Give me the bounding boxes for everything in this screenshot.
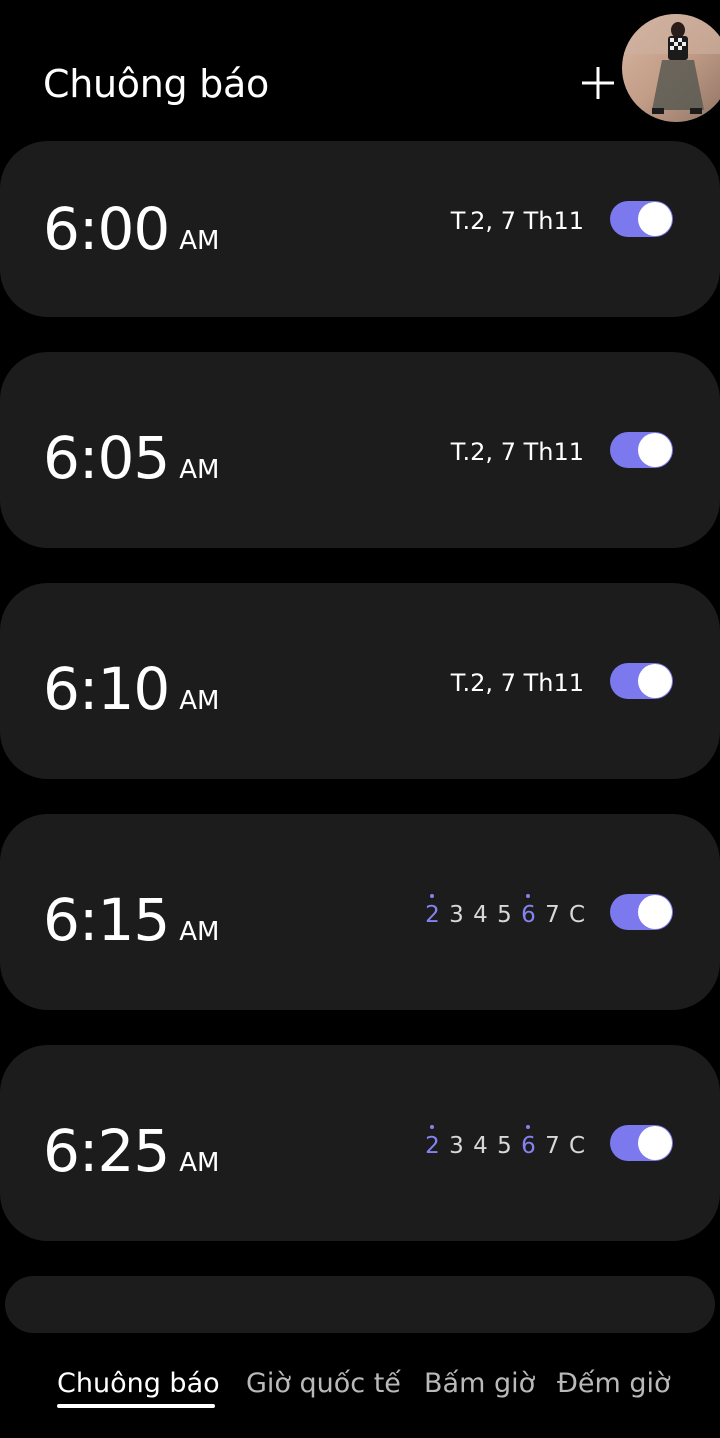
tab-alarm[interactable]: Chuông báo <box>57 1370 220 1397</box>
day-label: C <box>569 1133 586 1159</box>
add-alarm-button[interactable] <box>578 63 618 103</box>
day-label: 2 <box>425 894 440 928</box>
alarm-time-value: 6:25 <box>43 1117 170 1185</box>
day-label: 5 <box>497 902 512 928</box>
alarm-card[interactable]: 6:10 AM T.2, 7 Th11 <box>0 583 720 779</box>
alarm-repeat-days: 2 3 4 5 6 7 C <box>425 1125 586 1159</box>
alarm-toggle[interactable] <box>610 432 673 468</box>
alarm-date: T.2, 7 Th11 <box>450 669 584 697</box>
toggle-knob <box>638 664 672 698</box>
alarm-ampm: AM <box>179 917 220 947</box>
day-label: 3 <box>449 1133 464 1159</box>
alarm-date: T.2, 7 Th11 <box>450 438 584 466</box>
tab-stopwatch[interactable]: Bấm giờ <box>424 1370 535 1397</box>
alarm-card[interactable]: 6:05 AM T.2, 7 Th11 <box>0 352 720 548</box>
plus-icon <box>582 67 614 99</box>
toggle-knob <box>638 895 672 929</box>
alarm-card[interactable]: 6:25 AM 2 3 4 5 6 7 C <box>0 1045 720 1241</box>
alarm-ampm: AM <box>179 226 220 256</box>
alarm-card[interactable]: 6:00 AM T.2, 7 Th11 <box>0 141 720 317</box>
alarm-date: T.2, 7 Th11 <box>450 207 584 235</box>
alarm-card[interactable]: 6:15 AM 2 3 4 5 6 7 C <box>0 814 720 1010</box>
alarm-time: 6:00 AM <box>43 200 219 258</box>
day-label: 3 <box>449 902 464 928</box>
toggle-knob <box>638 202 672 236</box>
day-label: 6 <box>521 1125 536 1159</box>
alarm-toggle[interactable] <box>610 663 673 699</box>
alarm-toggle[interactable] <box>610 201 673 237</box>
alarm-time: 6:25 AM <box>43 1122 219 1180</box>
alarm-time: 6:10 AM <box>43 660 219 718</box>
alarm-card-partial[interactable] <box>5 1276 715 1333</box>
tab-world-clock[interactable]: Giờ quốc tế <box>246 1370 401 1397</box>
day-label: 5 <box>497 1133 512 1159</box>
alarm-time-value: 6:15 <box>43 886 170 954</box>
alarm-time: 6:05 AM <box>43 429 219 487</box>
day-label: 4 <box>473 902 488 928</box>
day-label: 7 <box>545 902 560 928</box>
alarm-repeat-days: 2 3 4 5 6 7 C <box>425 894 586 928</box>
alarm-time: 6:15 AM <box>43 891 219 949</box>
alarm-toggle[interactable] <box>610 894 673 930</box>
avatar[interactable] <box>622 14 720 122</box>
alarm-ampm: AM <box>179 1148 220 1178</box>
day-label: C <box>569 902 586 928</box>
day-label: 7 <box>545 1133 560 1159</box>
alarm-time-value: 6:05 <box>43 424 170 492</box>
active-tab-indicator <box>57 1404 215 1408</box>
toggle-knob <box>638 1126 672 1160</box>
alarm-ampm: AM <box>179 686 220 716</box>
toggle-knob <box>638 433 672 467</box>
alarm-toggle[interactable] <box>610 1125 673 1161</box>
day-label: 2 <box>425 1125 440 1159</box>
alarm-time-value: 6:00 <box>43 195 170 263</box>
day-label: 4 <box>473 1133 488 1159</box>
tab-timer[interactable]: Đếm giờ <box>557 1370 671 1397</box>
day-label: 6 <box>521 894 536 928</box>
page-title: Chuông báo <box>43 62 269 106</box>
alarm-time-value: 6:10 <box>43 655 170 723</box>
profile-avatar-image <box>622 14 720 122</box>
alarm-ampm: AM <box>179 455 220 485</box>
